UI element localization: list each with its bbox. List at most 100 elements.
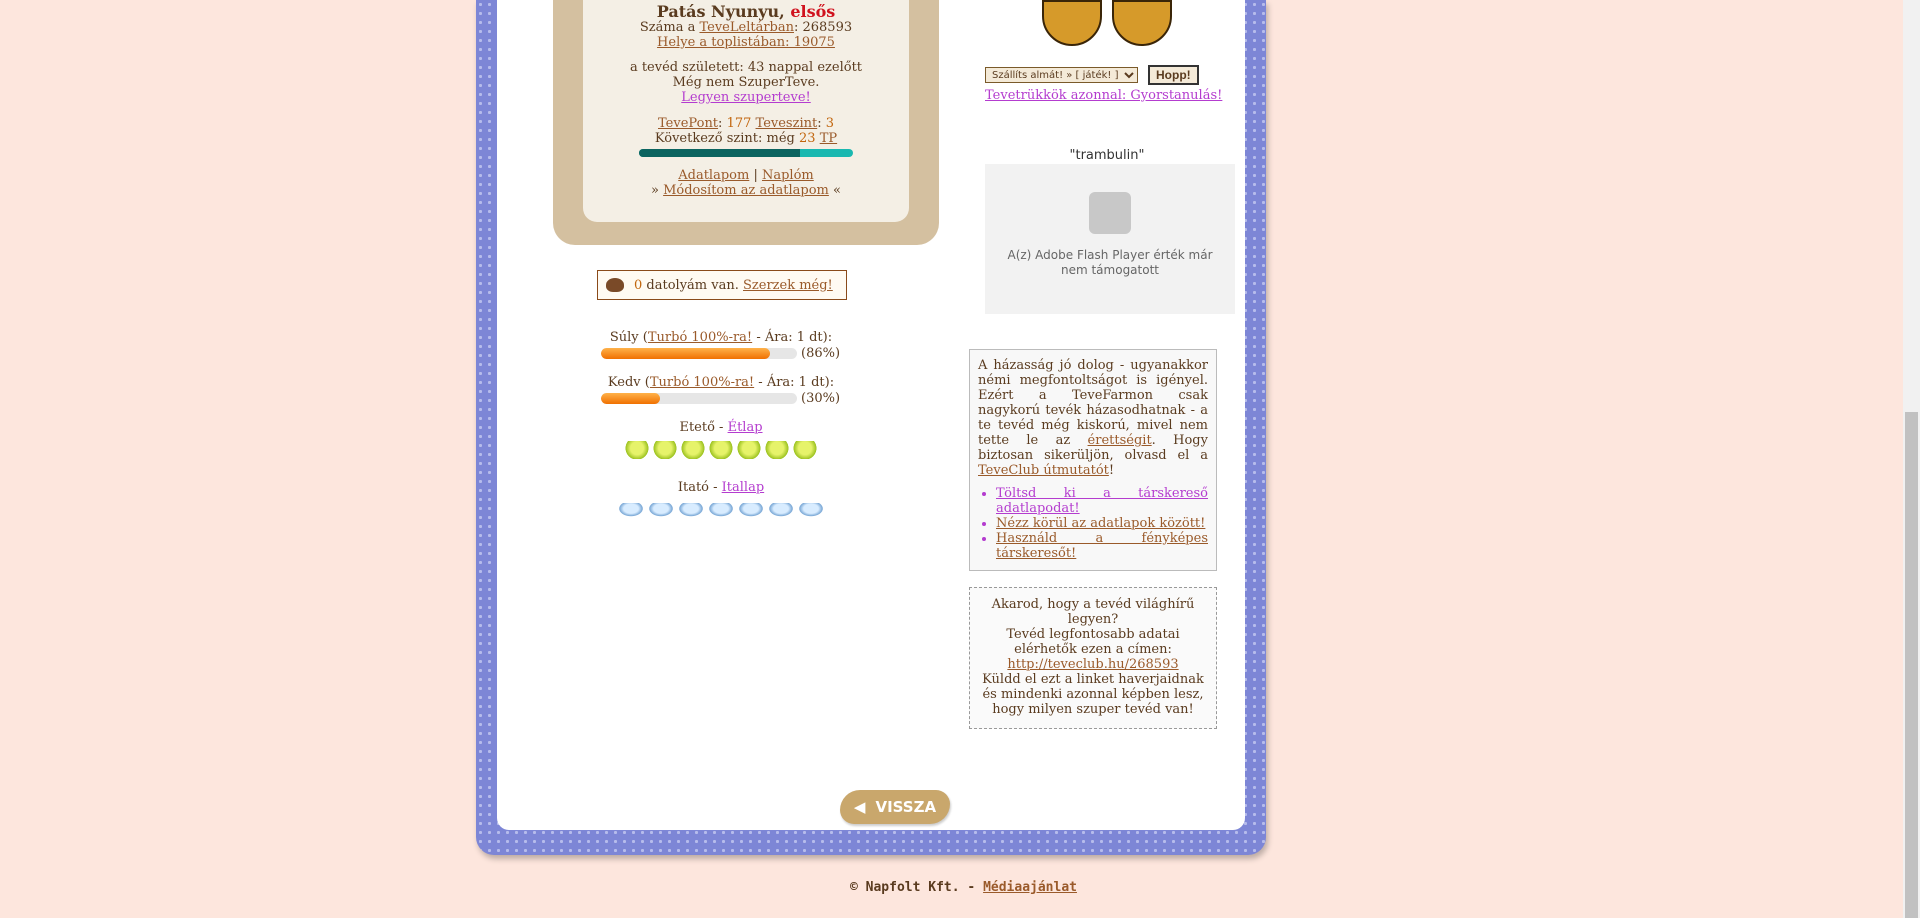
drinker-label: Itató -	[677, 480, 718, 495]
share-url-link[interactable]: http://teveclub.hu/268593	[1007, 657, 1178, 672]
drink-icon	[648, 503, 674, 517]
next-level-line: Következő szint: még 23 TP	[583, 131, 909, 146]
modify-line: » Módosítom az adatlapom «	[583, 183, 909, 198]
level-link[interactable]: Teveszint	[756, 116, 818, 131]
camel-name-line: Patás Nyunyu, elsős	[583, 3, 909, 20]
weight-bar	[601, 348, 797, 359]
toplist-link[interactable]: Helye a toplistában: 19075	[657, 35, 835, 50]
mood-stat: Kedv (Turbó 100%-ra! - Ára: 1 dt): (30%)	[601, 375, 841, 406]
camel-rank: elsős	[790, 2, 836, 21]
weight-price: - Ára: 1 dt):	[756, 330, 833, 345]
level-value: 3	[825, 116, 834, 131]
partner-links: Töltsd ki a társkereső adatlapodat! Nézz…	[978, 486, 1208, 561]
drink-icon	[708, 503, 734, 517]
flash-placeholder[interactable]: A(z) Adobe Flash Player érték már nem tá…	[985, 164, 1235, 314]
camel-foot-right	[1112, 0, 1172, 46]
marriage-box: A házasság jó dolog - ugyanakkor némi me…	[969, 349, 1217, 571]
mood-label: Kedv	[607, 375, 641, 390]
mood-bar-fill	[601, 393, 660, 404]
inventory-link[interactable]: TeveLeltárban	[699, 20, 794, 35]
next-level-text: Következő szint: még	[654, 131, 795, 146]
mood-price: - Ára: 1 dt):	[758, 375, 835, 390]
media-offer-link[interactable]: Médiaajánlat	[983, 880, 1077, 895]
tp-link[interactable]: TP	[820, 131, 837, 146]
dates-count: 0	[634, 277, 643, 293]
super-link[interactable]: Legyen szuperteve!	[681, 90, 811, 105]
mood-percent: (30%)	[801, 391, 841, 406]
food-icon	[765, 441, 789, 459]
hopp-button[interactable]: Hopp!	[1148, 65, 1199, 85]
action-select[interactable]: Szállíts almát! » [ játék! ]	[985, 67, 1138, 83]
drink-icon	[768, 503, 794, 517]
browse-datasheets-link[interactable]: Nézz körül az adatlapok között!	[996, 516, 1205, 531]
modify-datasheet-link[interactable]: Módosítom az adatlapom	[663, 183, 829, 198]
profile-links: Adatlapom | Naplóm	[583, 168, 909, 183]
food-icon	[709, 441, 733, 459]
scrollbar[interactable]	[1903, 0, 1920, 918]
dates-icon	[606, 278, 624, 292]
camel-foot-left	[1042, 0, 1102, 46]
datasheet-link[interactable]: Adatlapom	[678, 168, 749, 183]
not-super-text: Még nem SzuperTeve.	[672, 75, 820, 90]
food-icon	[681, 441, 705, 459]
inventory-line: Száma a TeveLeltárban: 268593	[583, 20, 909, 35]
points-line: TevePont: 177 Teveszint: 3	[658, 116, 834, 131]
flash-title: "trambulin"	[1069, 148, 1145, 163]
next-level-value: 23	[799, 131, 816, 146]
guide-link[interactable]: TeveClub útmutatót	[978, 463, 1109, 478]
weight-turbo-link[interactable]: Turbó 100%-ra!	[648, 330, 752, 345]
camel-name: Patás Nyunyu,	[656, 2, 785, 21]
mood-bar	[601, 393, 797, 404]
company-name: Napfolt Kft. -	[865, 880, 976, 895]
flash-message: A(z) Adobe Flash Player érték már nem tá…	[1007, 248, 1213, 277]
inventory-prefix: Száma a	[639, 20, 696, 35]
back-button[interactable]: ◀ VISSZA	[840, 790, 950, 824]
share-line-3: Küldd el ezt a linket haverjaidnak és mi…	[982, 672, 1204, 717]
food-icon	[793, 441, 817, 459]
drink-icon	[618, 503, 644, 517]
weight-stat: Súly (Turbó 100%-ra! - Ára: 1 dt): (86%)	[601, 330, 841, 361]
feeder-section: Etető - Étlap	[597, 420, 845, 463]
link-separator: |	[753, 168, 758, 183]
photo-partner-search-link[interactable]: Használd a fényképes társkeresőt!	[996, 531, 1208, 561]
tricks-link[interactable]: Tevetrükkök azonnal: Gyorstanulás!	[985, 88, 1222, 103]
weight-bar-fill	[601, 348, 770, 359]
camel-image	[1042, 0, 1172, 46]
modify-prefix: »	[650, 183, 659, 198]
drink-icon	[798, 503, 824, 517]
drinks-menu-link[interactable]: Itallap	[722, 480, 765, 495]
modify-suffix: «	[833, 183, 841, 198]
food-icon	[625, 441, 649, 459]
points-link[interactable]: TevePont	[658, 116, 718, 131]
puzzle-icon	[1089, 192, 1131, 234]
maturity-link[interactable]: érettségit	[1088, 433, 1152, 448]
fill-partner-form-link[interactable]: Töltsd ki a társkereső adatlapodat!	[996, 486, 1208, 516]
diary-link[interactable]: Naplóm	[762, 168, 814, 183]
weight-title: Súly (Turbó 100%-ra! - Ára: 1 dt):	[601, 330, 841, 345]
weight-label: Súly	[609, 330, 639, 345]
food-row	[597, 441, 845, 463]
profile-card: Patás Nyunyu, elsős Száma a TeveLeltárba…	[553, 0, 939, 245]
drink-icon	[678, 503, 704, 517]
menu-link[interactable]: Étlap	[728, 420, 763, 435]
footer: © Napfolt Kft. - Médiaajánlat	[850, 880, 1077, 895]
dates-text: datolyám van.	[646, 277, 739, 293]
mood-turbo-link[interactable]: Turbó 100%-ra!	[650, 375, 754, 390]
share-box: Akarod, hogy a tevéd világhírű legyen? T…	[969, 587, 1217, 729]
inventory-number: : 268593	[793, 20, 853, 35]
get-more-dates-link[interactable]: Szerzek még!	[743, 278, 833, 293]
points-value: 177	[726, 116, 752, 131]
feeder-label: Etető -	[679, 420, 724, 435]
share-line-2: Tevéd legfontosabb adatai elérhetők ezen…	[1006, 627, 1180, 657]
level-progress-fill	[639, 149, 800, 157]
food-icon	[653, 441, 677, 459]
drinker-section: Itató - Itallap	[597, 480, 845, 521]
scrollbar-thumb[interactable]	[1905, 412, 1918, 918]
dates-box: 0 datolyám van. Szerzek még!	[597, 270, 847, 300]
drink-row	[597, 503, 845, 521]
birth-text: a tevéd született: 43 nappal ezelőtt	[629, 60, 863, 75]
level-progress-bar	[639, 149, 853, 157]
mood-title: Kedv (Turbó 100%-ra! - Ára: 1 dt):	[601, 375, 841, 390]
food-icon	[737, 441, 761, 459]
weight-percent: (86%)	[801, 346, 841, 361]
